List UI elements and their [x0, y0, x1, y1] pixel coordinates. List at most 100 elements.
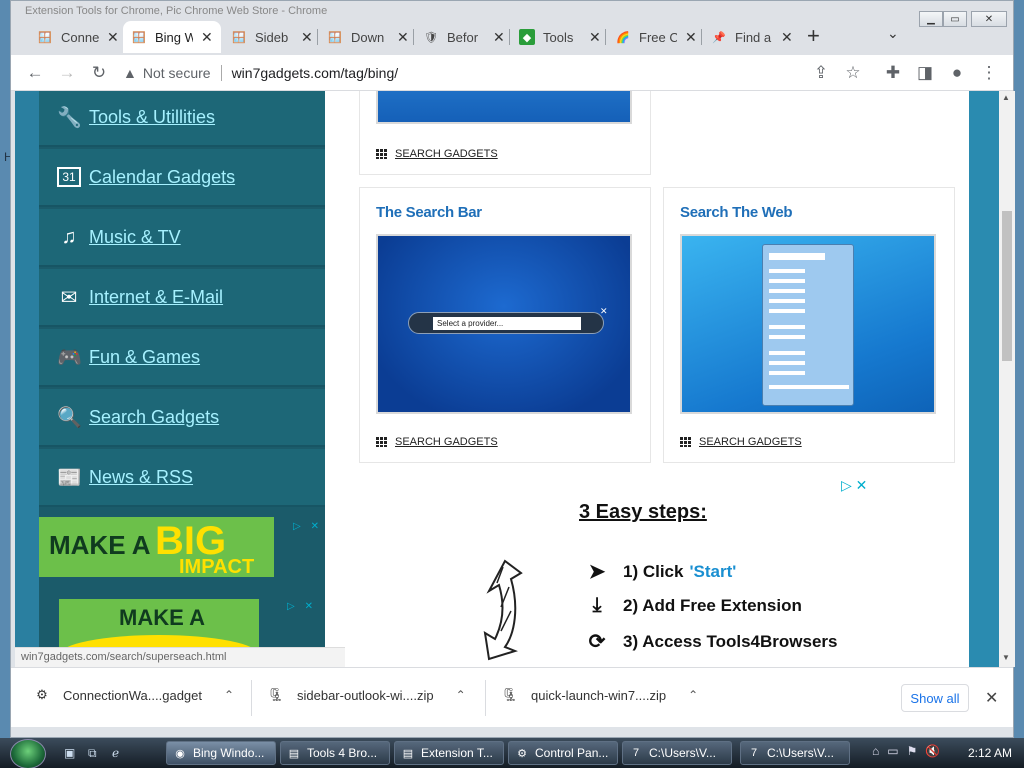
- tab-before[interactable]: 🛡 Befor ✕: [415, 21, 513, 53]
- display-icon[interactable]: ▭: [887, 744, 898, 758]
- sidebar-item-label[interactable]: Search Gadgets: [89, 407, 219, 428]
- tab-search-chevron-icon[interactable]: ⌄: [887, 25, 899, 42]
- sidebar-item-internet[interactable]: ✉ Internet & E-Mail: [39, 269, 325, 327]
- gadget-title[interactable]: Search The Web: [680, 204, 793, 221]
- sidebar-item-tools[interactable]: 🔧 Tools & Utillities: [39, 91, 325, 147]
- tab-tools[interactable]: ◆ Tools ✕: [511, 21, 609, 53]
- category-link[interactable]: SEARCH GADGETS: [376, 148, 498, 160]
- gadget-screenshot[interactable]: [680, 234, 936, 414]
- sidebar-item-news[interactable]: 📰 News & RSS: [39, 449, 325, 507]
- network-icon[interactable]: ⌂: [872, 744, 879, 758]
- chevron-up-icon[interactable]: ⌃: [456, 688, 466, 702]
- sidebar-item-calendar[interactable]: 31 Calendar Gadgets: [39, 149, 325, 207]
- chevron-up-icon[interactable]: ⌃: [688, 688, 698, 702]
- tab-connection[interactable]: 🪟 Conne ✕: [29, 21, 127, 53]
- forward-arrow-icon[interactable]: →: [55, 61, 79, 85]
- sidebar-item-label[interactable]: News & RSS: [89, 467, 193, 488]
- ad-choices-icon[interactable]: ▷ ✕: [293, 519, 319, 533]
- new-tab-button[interactable]: +: [807, 23, 820, 49]
- taskbar-button-extension[interactable]: ▤ Extension T...: [394, 741, 504, 765]
- close-icon[interactable]: ✕: [685, 29, 697, 46]
- sidebar-item-search[interactable]: 🔍 Search Gadgets: [39, 389, 325, 447]
- tab-bing-windows[interactable]: 🪟 Bing W ✕: [123, 21, 221, 53]
- close-icon[interactable]: ✕: [985, 688, 998, 708]
- tab-label: Find a: [735, 29, 772, 45]
- warning-triangle-icon[interactable]: ▲: [123, 65, 137, 81]
- tab-label: Tools: [543, 29, 574, 45]
- security-label[interactable]: Not secure: [143, 65, 211, 81]
- maximize-button[interactable]: ▭: [943, 11, 967, 27]
- chevron-up-icon[interactable]: ⌃: [224, 688, 234, 702]
- tab-find[interactable]: 📌 Find a ✕: [703, 21, 801, 53]
- window-switcher-icon[interactable]: ⧉: [88, 746, 104, 760]
- taskbar-button-control-panel[interactable]: ⚙ Control Pan...: [508, 741, 618, 765]
- download-filename[interactable]: ConnectionWa....gadget: [63, 688, 202, 703]
- preview-row: [769, 351, 805, 355]
- side-panel-icon[interactable]: ◨: [913, 61, 937, 85]
- category-link[interactable]: SEARCH GADGETS: [680, 436, 802, 448]
- category-link-text[interactable]: SEARCH GADGETS: [395, 148, 498, 160]
- preview-row: [769, 371, 805, 375]
- download-filename[interactable]: sidebar-outlook-wi....zip: [297, 688, 434, 703]
- close-icon[interactable]: ✕: [107, 29, 119, 46]
- rainbow-icon: 🌈: [616, 31, 630, 44]
- close-icon[interactable]: ✕: [301, 29, 313, 46]
- back-arrow-icon[interactable]: ←: [23, 61, 47, 85]
- gadget-title[interactable]: The Search Bar: [376, 204, 482, 221]
- action-center-icon[interactable]: ⚑: [907, 744, 918, 758]
- tab-sidebar[interactable]: 🪟 Sideb ✕: [223, 21, 321, 53]
- category-link-text[interactable]: SEARCH GADGETS: [395, 436, 498, 448]
- scroll-up-arrow-icon[interactable]: ▲: [1002, 93, 1010, 102]
- page-scrollbar[interactable]: ▲ ▼: [999, 91, 1015, 667]
- minimize-button[interactable]: ▁: [919, 11, 943, 27]
- download-filename[interactable]: quick-launch-win7....zip: [531, 688, 666, 703]
- sidebar-item-music[interactable]: ♫ Music & TV: [39, 209, 325, 267]
- advertisement-banner[interactable]: MAKE A BIG IMPACT: [39, 517, 274, 577]
- address-bar[interactable]: ▲ Not secure win7gadgets.com/tag/bing/: [123, 59, 763, 87]
- profile-avatar-icon[interactable]: ●: [945, 61, 969, 85]
- sidebar-item-label[interactable]: Fun & Games: [89, 347, 200, 368]
- sidebar-item-label[interactable]: Tools & Utillities: [89, 107, 215, 128]
- start-button[interactable]: [10, 739, 46, 768]
- show-desktop-icon[interactable]: ▣: [64, 746, 80, 760]
- sidebar-item-label[interactable]: Music & TV: [89, 227, 181, 248]
- taskbar-button-explorer-2[interactable]: 7 C:\Users\V...: [740, 741, 850, 765]
- category-link[interactable]: SEARCH GADGETS: [376, 436, 498, 448]
- close-window-button[interactable]: ✕: [971, 11, 1007, 27]
- promo-advertisement[interactable]: ▷ ✕ 3 Easy steps: ➤ 1) Click 'Start' ⤓ 2…: [445, 471, 945, 667]
- close-icon[interactable]: ✕: [493, 29, 505, 46]
- volume-muted-icon[interactable]: 🔇: [925, 744, 940, 758]
- share-icon[interactable]: ⇪: [809, 61, 833, 85]
- gadget-screenshot[interactable]: Select a provider... ✕: [376, 234, 632, 414]
- ad-choices-icon[interactable]: ▷ ✕: [841, 477, 867, 494]
- extensions-puzzle-icon[interactable]: ✚: [881, 61, 905, 85]
- sidebar-item-games[interactable]: 🎮 Fun & Games: [39, 329, 325, 387]
- taskbar-button-tools[interactable]: ▤ Tools 4 Bro...: [280, 741, 390, 765]
- download-item[interactable]: ⚙ ConnectionWa....gadget ⌃: [33, 686, 234, 704]
- taskbar-clock[interactable]: 2:12 AM: [968, 746, 1012, 760]
- sidebar-item-label[interactable]: Calendar Gadgets: [89, 167, 235, 188]
- tab-downloads[interactable]: 🪟 Down ✕: [319, 21, 417, 53]
- close-icon[interactable]: ✕: [201, 29, 213, 46]
- preview-row: [769, 335, 805, 339]
- ad-choices-icon[interactable]: ▷ ✕: [287, 599, 313, 613]
- close-icon[interactable]: ✕: [397, 29, 409, 46]
- taskbar-button-chrome[interactable]: ◉ Bing Windo...: [166, 741, 276, 765]
- taskbar-button-explorer-1[interactable]: 7 C:\Users\V...: [622, 741, 732, 765]
- star-icon[interactable]: ☆: [841, 61, 865, 85]
- url-text[interactable]: win7gadgets.com/tag/bing/: [232, 65, 399, 81]
- tab-free[interactable]: 🌈 Free C ✕: [607, 21, 705, 53]
- gadget-screenshot[interactable]: [376, 91, 632, 124]
- close-icon[interactable]: ✕: [781, 29, 793, 46]
- download-item[interactable]: 🗜 sidebar-outlook-wi....zip ⌃: [267, 686, 466, 704]
- close-icon[interactable]: ✕: [589, 29, 601, 46]
- internet-explorer-icon[interactable]: ℯ: [112, 746, 128, 760]
- category-link-text[interactable]: SEARCH GADGETS: [699, 436, 802, 448]
- scrollbar-thumb[interactable]: [1002, 211, 1012, 361]
- menu-kebab-icon[interactable]: ⋮: [977, 61, 1001, 85]
- show-all-button[interactable]: Show all: [901, 684, 969, 712]
- reload-icon[interactable]: ↻: [87, 61, 111, 85]
- scroll-down-arrow-icon[interactable]: ▼: [1002, 653, 1010, 662]
- sidebar-item-label[interactable]: Internet & E-Mail: [89, 287, 223, 308]
- download-item[interactable]: 🗜 quick-launch-win7....zip ⌃: [501, 686, 698, 704]
